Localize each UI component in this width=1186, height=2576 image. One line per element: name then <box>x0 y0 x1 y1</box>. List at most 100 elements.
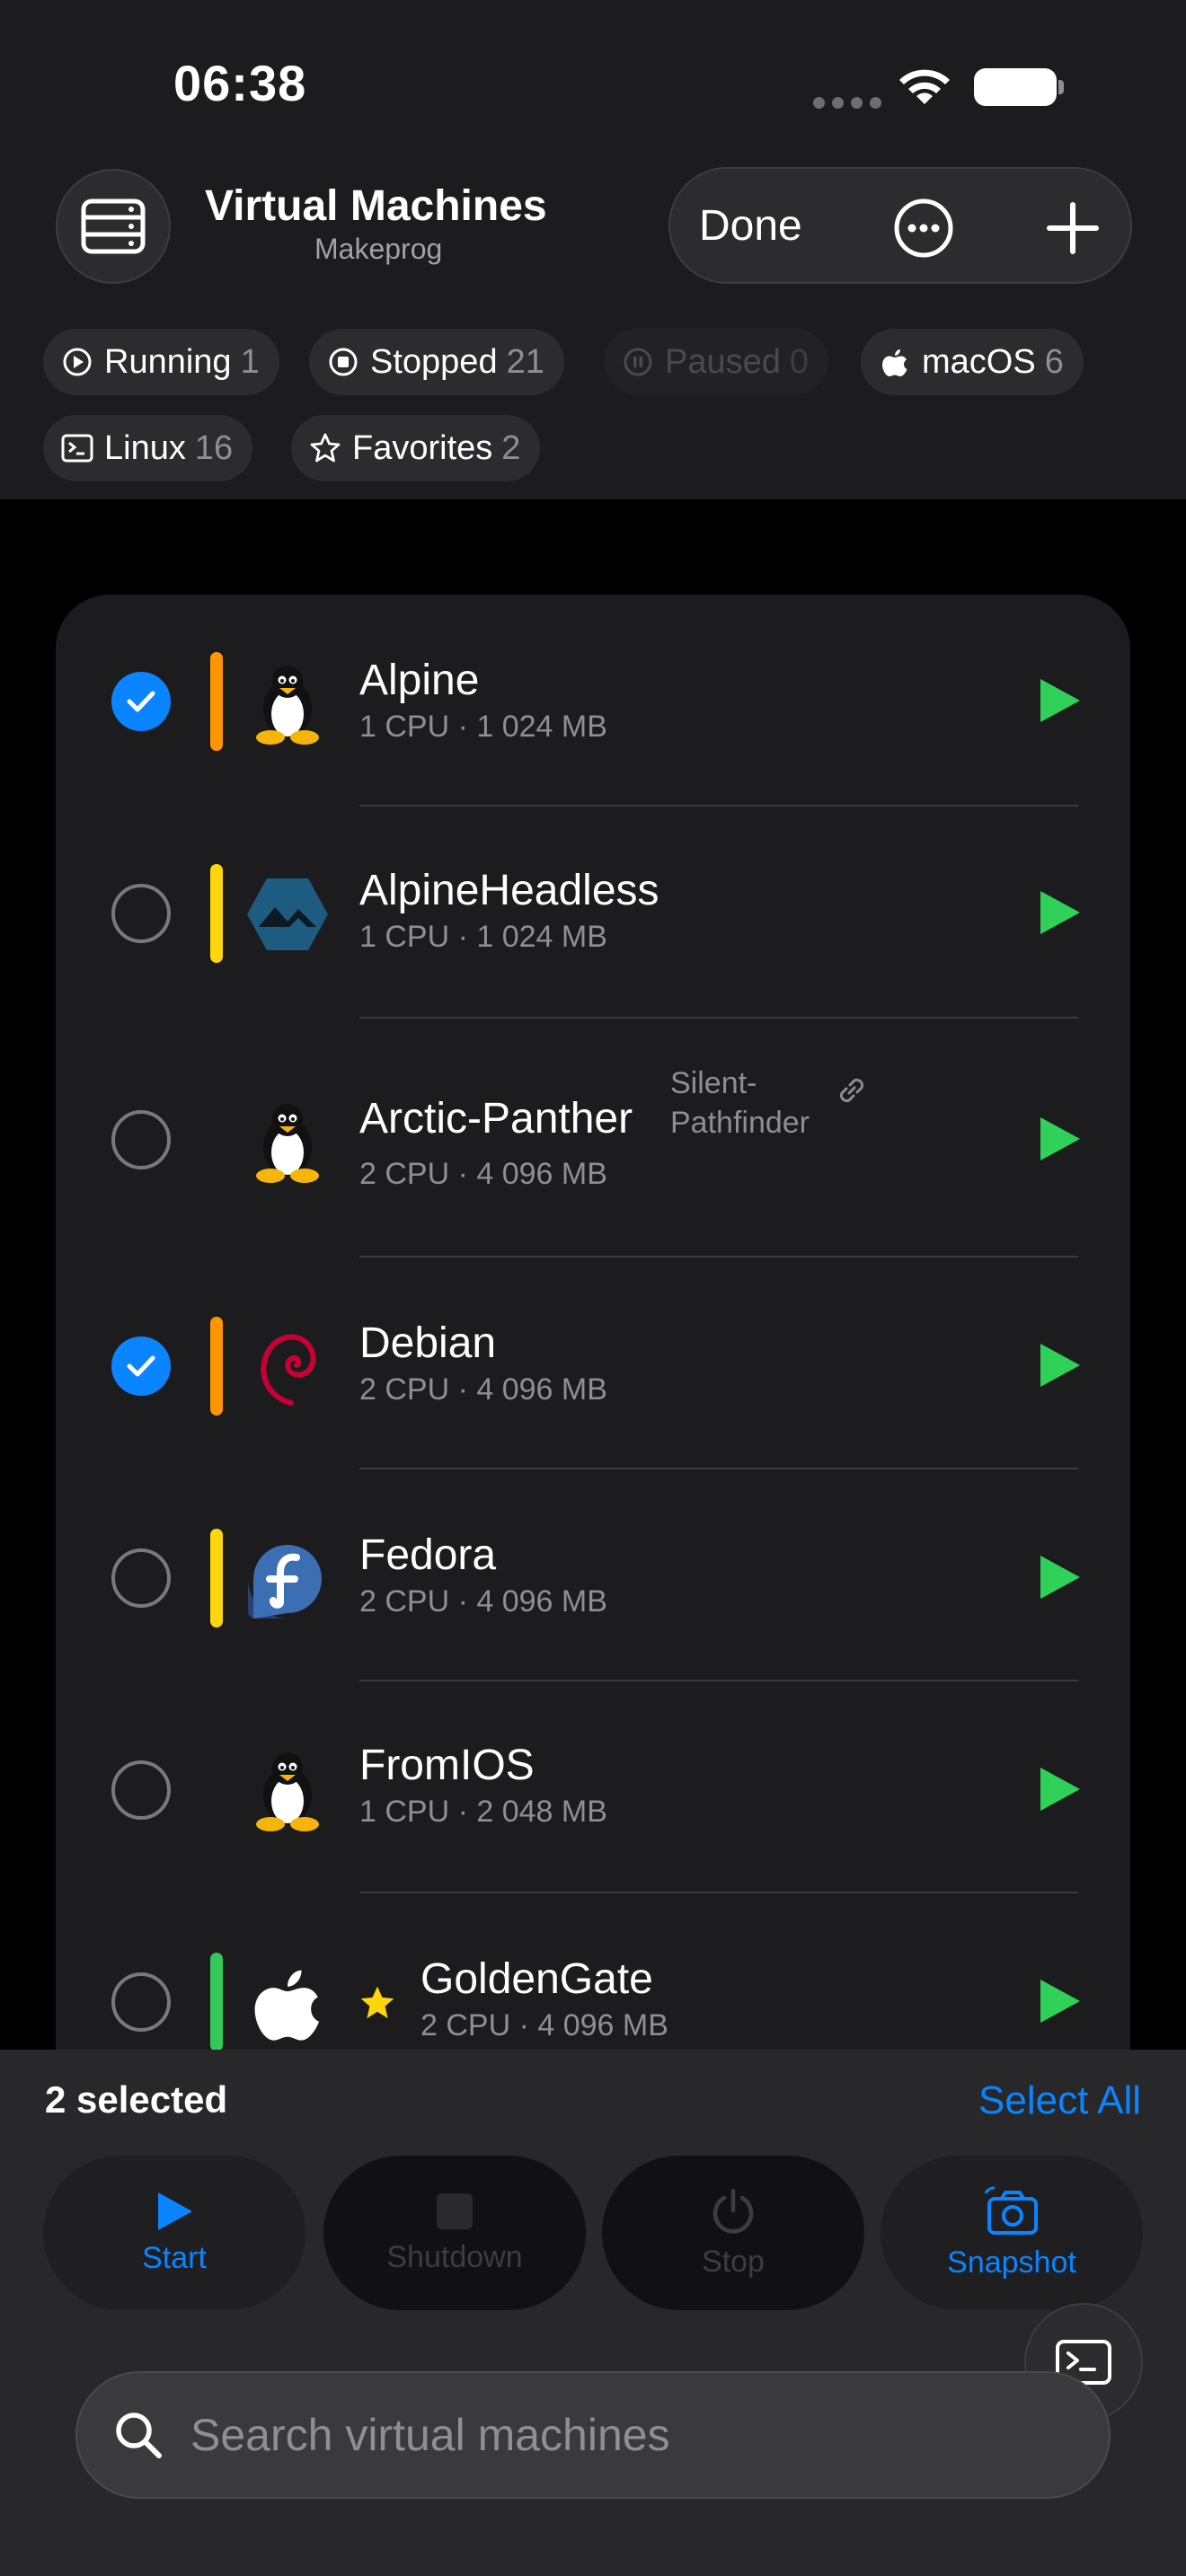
vm-spec: 2 CPU · 4 096 MB <box>359 1372 607 1407</box>
checkmark-icon <box>127 691 155 712</box>
done-button[interactable]: Done <box>699 201 802 251</box>
navigation-header: Virtual Machines Makeprog Done Running 1… <box>0 162 1186 499</box>
selection-checkbox[interactable] <box>111 672 171 731</box>
server-menu-button[interactable] <box>56 169 171 284</box>
pause-circle-icon <box>622 346 654 378</box>
title-block: Virtual Machines Makeprog <box>205 181 564 266</box>
selection-checkbox[interactable] <box>111 1972 171 2032</box>
server-rack-icon <box>81 198 146 254</box>
vm-row-fromios[interactable]: FromIOS 1 CPU · 2 048 MB <box>56 1681 1130 1893</box>
color-tag <box>210 1529 223 1628</box>
filter-label: Stopped <box>370 342 498 381</box>
plus-icon[interactable] <box>1042 198 1103 259</box>
play-icon[interactable] <box>1033 887 1084 938</box>
filter-count: 16 <box>194 428 234 467</box>
play-icon[interactable] <box>1033 1340 1084 1390</box>
action-label: Snapshot <box>947 2245 1076 2280</box>
color-tag <box>210 652 223 751</box>
vm-name: GoldenGate <box>420 1955 653 2003</box>
favorite-star-icon <box>360 1986 394 2019</box>
filter-chip-stopped[interactable]: Stopped 21 <box>309 329 564 395</box>
filter-count: 0 <box>789 342 810 381</box>
search-icon <box>116 2413 162 2458</box>
vm-row-alpineheadless[interactable]: AlpineHeadless 1 CPU · 1 024 MB <box>56 807 1130 1019</box>
selected-count: 2 selected <box>45 2078 228 2121</box>
vm-row-alpine[interactable]: Alpine 1 CPU · 1 024 MB <box>56 595 1130 807</box>
battery-icon <box>974 68 1057 106</box>
vm-name: Debian <box>359 1319 497 1367</box>
action-label: Stop <box>702 2244 765 2279</box>
selection-checkbox[interactable] <box>111 1548 171 1608</box>
play-icon[interactable] <box>1033 1764 1084 1814</box>
terminal-icon <box>61 432 93 464</box>
checkmark-icon <box>127 1355 155 1377</box>
play-icon[interactable] <box>1033 1552 1084 1602</box>
stop-button[interactable]: Stop <box>602 2156 864 2310</box>
filter-chip-favorites[interactable]: Favorites 2 <box>291 415 541 481</box>
vm-name: FromIOS <box>359 1742 535 1789</box>
power-icon <box>712 2188 754 2233</box>
filter-count: 21 <box>506 342 544 381</box>
play-icon[interactable] <box>1033 1114 1084 1164</box>
stop-square-icon <box>437 2192 473 2229</box>
start-button[interactable]: Start <box>43 2156 305 2310</box>
star-icon <box>309 432 341 464</box>
page-title: Virtual Machines <box>205 182 547 230</box>
vm-spec: 1 CPU · 1 024 MB <box>359 710 607 744</box>
filter-chip-macos[interactable]: macOS 6 <box>861 329 1084 395</box>
vm-list: Alpine 1 CPU · 1 024 MB AlpineHeadless 1… <box>56 595 1130 2050</box>
vm-name: AlpineHeadless <box>359 867 659 914</box>
filter-chip-paused: Paused 0 <box>604 329 829 395</box>
color-tag <box>210 1953 223 2050</box>
bulk-action-toolbar: 2 selected Select All Start Shutdown Sto… <box>0 2050 1186 2576</box>
linux-tux-icon <box>244 1748 331 1834</box>
selection-checkbox[interactable] <box>111 1337 171 1396</box>
filter-label: Favorites <box>352 428 493 467</box>
filter-count: 2 <box>501 428 521 467</box>
linux-tux-icon <box>244 661 331 747</box>
color-tag <box>210 1317 223 1416</box>
selection-checkbox[interactable] <box>111 1760 171 1820</box>
vm-spec: 2 CPU · 4 096 MB <box>420 2008 668 2042</box>
vm-row-goldengate[interactable]: GoldenGate 2 CPU · 4 096 MB <box>56 1893 1130 2050</box>
link-icon <box>839 1078 864 1103</box>
shutdown-button[interactable]: Shutdown <box>323 2156 586 2310</box>
filter-chip-running[interactable]: Running 1 <box>43 329 279 395</box>
filter-count: 1 <box>240 342 260 381</box>
vm-name: Alpine <box>359 657 480 704</box>
filter-label: macOS <box>922 342 1036 381</box>
ellipsis-circle-icon[interactable] <box>893 198 954 259</box>
vm-name: Arctic-Panther <box>359 1095 633 1142</box>
search-input[interactable] <box>190 2409 1053 2461</box>
vm-spec: 1 CPU · 1 024 MB <box>359 920 607 954</box>
status-bar: 06:38 <box>0 0 1186 162</box>
select-all-button[interactable]: Select All <box>978 2078 1141 2123</box>
remote-host-label-line2: Pathfinder <box>670 1106 810 1140</box>
vm-row-fedora[interactable]: Fedora 2 CPU · 4 096 MB <box>56 1469 1130 1681</box>
apple-logo-icon <box>244 1960 331 2046</box>
header-actions: Done <box>668 167 1132 284</box>
alpine-linux-icon <box>244 871 331 957</box>
remote-host-label-line1: Silent- <box>670 1066 757 1100</box>
page-subtitle: Makeprog <box>314 233 443 265</box>
vm-row-arctic-panther[interactable]: Arctic-Panther Silent- Pathfinder 2 CPU … <box>56 1019 1130 1257</box>
play-icon[interactable] <box>1033 675 1084 726</box>
cellular-signal-icon <box>813 97 881 109</box>
play-icon <box>158 2192 192 2230</box>
vm-name: Fedora <box>359 1531 497 1579</box>
vm-spec: 2 CPU · 4 096 MB <box>359 1157 607 1191</box>
filter-chip-linux[interactable]: Linux 16 <box>43 415 253 481</box>
filter-label: Paused <box>665 342 781 381</box>
play-icon[interactable] <box>1033 1976 1084 2026</box>
search-bar[interactable] <box>75 2371 1111 2499</box>
action-label: Start <box>142 2240 207 2275</box>
selection-checkbox[interactable] <box>111 884 171 943</box>
filter-label: Running <box>104 342 232 381</box>
vm-row-debian[interactable]: Debian 2 CPU · 4 096 MB <box>56 1257 1130 1469</box>
snapshot-button[interactable]: Snapshot <box>881 2156 1143 2310</box>
filter-label: Linux <box>104 428 186 467</box>
linux-tux-icon <box>244 1099 331 1186</box>
filter-count: 6 <box>1044 342 1064 381</box>
action-label: Shutdown <box>386 2239 523 2274</box>
selection-checkbox[interactable] <box>111 1110 171 1169</box>
